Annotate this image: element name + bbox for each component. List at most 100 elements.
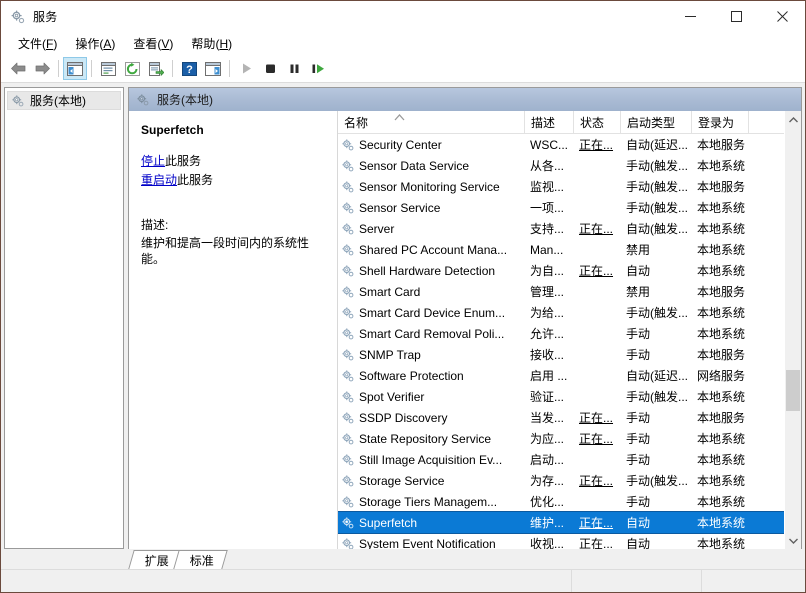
stop-service-link[interactable]: 停止 [141, 154, 165, 168]
cell-service-name: Still Image Acquisition Ev... [338, 453, 524, 467]
cell-service-name: SSDP Discovery [338, 411, 524, 425]
table-row[interactable]: System Event Notification收视...正在...自动本地系… [338, 533, 801, 549]
cell-log-on-as: 本地服务 [691, 346, 748, 363]
scroll-thumb[interactable] [786, 370, 800, 410]
table-row[interactable]: Superfetch维护...正在...自动本地系统 [338, 512, 801, 533]
status-bar [1, 569, 805, 592]
tab-standard[interactable]: 标准 [173, 550, 227, 569]
cell-status: 正在... [573, 409, 620, 426]
toolbar-separator [229, 60, 230, 77]
table-row[interactable]: Software Protection启用 ...自动(延迟...网络服务 [338, 365, 801, 386]
table-row[interactable]: Smart Card Removal Poli...允许...手动本地系统 [338, 323, 801, 344]
cell-status: 正在... [573, 136, 620, 153]
table-row[interactable]: Shell Hardware Detection为自...正在...自动本地系统 [338, 260, 801, 281]
services-gear-icon [341, 474, 355, 488]
cell-status: 正在... [573, 472, 620, 489]
selected-service-name: Superfetch [141, 123, 325, 137]
help-button[interactable]: ? [177, 57, 201, 80]
cell-startup-type: 手动(触发... [620, 157, 691, 174]
properties-button[interactable] [96, 57, 120, 80]
restart-service-link[interactable]: 重启动 [141, 173, 177, 187]
menu-item-file[interactable]: 文件(F) [9, 33, 66, 55]
export-list-button[interactable] [144, 57, 168, 80]
table-row[interactable]: Sensor Monitoring Service监视...手动(触发...本地… [338, 176, 801, 197]
table-row[interactable]: Storage Service为存...正在...手动(触发...本地系统 [338, 470, 801, 491]
column-header-startup-type[interactable]: 启动类型 [620, 111, 691, 133]
export-icon [149, 62, 164, 76]
show-hide-console-tree-button[interactable] [63, 57, 87, 80]
cell-service-name: Security Center [338, 138, 524, 152]
services-gear-icon [341, 306, 355, 320]
cell-status: 正在... [573, 514, 620, 531]
cell-log-on-as: 本地系统 [691, 388, 748, 405]
minimize-button[interactable] [667, 1, 713, 32]
scroll-down-button[interactable] [785, 532, 801, 549]
cell-description: 启用 ... [524, 367, 573, 384]
back-button[interactable] [6, 57, 30, 80]
refresh-button[interactable] [120, 57, 144, 80]
service-detail-pane: Superfetch 停止此服务 重启动此服务 描述: 维护和提高一段时间内的系… [129, 111, 337, 549]
show-action-pane-button[interactable] [201, 57, 225, 80]
tree-node-label: 服务(本地) [30, 92, 86, 109]
forward-button[interactable] [30, 57, 54, 80]
services-gear-icon [341, 453, 355, 467]
back-icon [10, 61, 27, 76]
stop-service-suffix: 此服务 [165, 154, 201, 168]
cell-log-on-as: 本地系统 [691, 157, 748, 174]
services-gear-icon [341, 159, 355, 173]
table-row[interactable]: Smart Card Device Enum...为给...手动(触发...本地… [338, 302, 801, 323]
table-row[interactable]: Smart Card管理...禁用本地服务 [338, 281, 801, 302]
cell-status: 正在... [573, 430, 620, 447]
table-row[interactable]: Sensor Data Service从各...手动(触发...本地系统 [338, 155, 801, 176]
cell-log-on-as: 本地系统 [691, 514, 748, 531]
restart-icon [311, 62, 326, 75]
table-row[interactable]: SNMP Trap接收...手动本地服务 [338, 344, 801, 365]
services-window: 服务 文件(F) 操作(A) 查看(V) 帮助(H) [0, 0, 806, 593]
svg-text:?: ? [186, 64, 193, 76]
column-header-log-on-as[interactable]: 登录为 [691, 111, 748, 133]
table-row[interactable]: Shared PC Account Mana...Man...禁用本地系统 [338, 239, 801, 260]
table-row[interactable]: Sensor Service一项...手动(触发...本地系统 [338, 197, 801, 218]
table-row[interactable]: Storage Tiers Managem...优化...手动本地系统 [338, 491, 801, 512]
table-row[interactable]: Spot Verifier验证...手动(触发...本地系统 [338, 386, 801, 407]
close-button[interactable] [759, 1, 805, 32]
column-header-description[interactable]: 描述 [524, 111, 573, 133]
column-header-status[interactable]: 状态 [573, 111, 620, 133]
list-vertical-scrollbar[interactable] [784, 111, 801, 549]
tree-node-services-local[interactable]: 服务(本地) [7, 91, 121, 110]
table-row[interactable]: SSDP Discovery当发...正在...手动本地服务 [338, 407, 801, 428]
restart-service-button[interactable] [306, 57, 330, 80]
pause-service-button[interactable] [282, 57, 306, 80]
services-gear-icon [341, 285, 355, 299]
window-controls [667, 1, 805, 32]
menu-item-help[interactable]: 帮助(H) [182, 33, 241, 55]
table-row[interactable]: Still Image Acquisition Ev...启动...手动本地系统 [338, 449, 801, 470]
stop-icon [264, 62, 277, 75]
console-tree-pane: 服务(本地) [4, 87, 124, 549]
cell-service-name: Superfetch [338, 516, 524, 530]
scroll-up-button[interactable] [785, 111, 801, 128]
cell-startup-type: 手动(触发... [620, 199, 691, 216]
stop-service-button[interactable] [258, 57, 282, 80]
cell-startup-type: 手动(触发... [620, 388, 691, 405]
window-body: 服务(本地) 服务(本地) [1, 83, 805, 569]
cell-description: 验证... [524, 388, 573, 405]
services-gear-icon [341, 516, 355, 530]
column-header-name[interactable]: 名称 [338, 111, 524, 133]
cell-log-on-as: 本地系统 [691, 262, 748, 279]
start-service-button[interactable] [234, 57, 258, 80]
menu-item-action[interactable]: 操作(A) [66, 33, 124, 55]
cell-service-name: System Event Notification [338, 537, 524, 550]
maximize-button[interactable] [713, 1, 759, 32]
cell-startup-type: 手动(触发... [620, 472, 691, 489]
cell-description: 一项... [524, 199, 573, 216]
cell-description: 优化... [524, 493, 573, 510]
cell-description: WSC... [524, 138, 573, 152]
cell-service-name: Sensor Monitoring Service [338, 180, 524, 194]
table-row[interactable]: Server支持...正在...自动(触发...本地系统 [338, 218, 801, 239]
table-row[interactable]: Security CenterWSC...正在...自动(延迟...本地服务 [338, 134, 801, 155]
services-gear-icon [341, 537, 355, 550]
table-row[interactable]: State Repository Service为应...正在...手动本地系统 [338, 428, 801, 449]
menu-item-view[interactable]: 查看(V) [124, 33, 182, 55]
cell-startup-type: 手动(触发... [620, 178, 691, 195]
